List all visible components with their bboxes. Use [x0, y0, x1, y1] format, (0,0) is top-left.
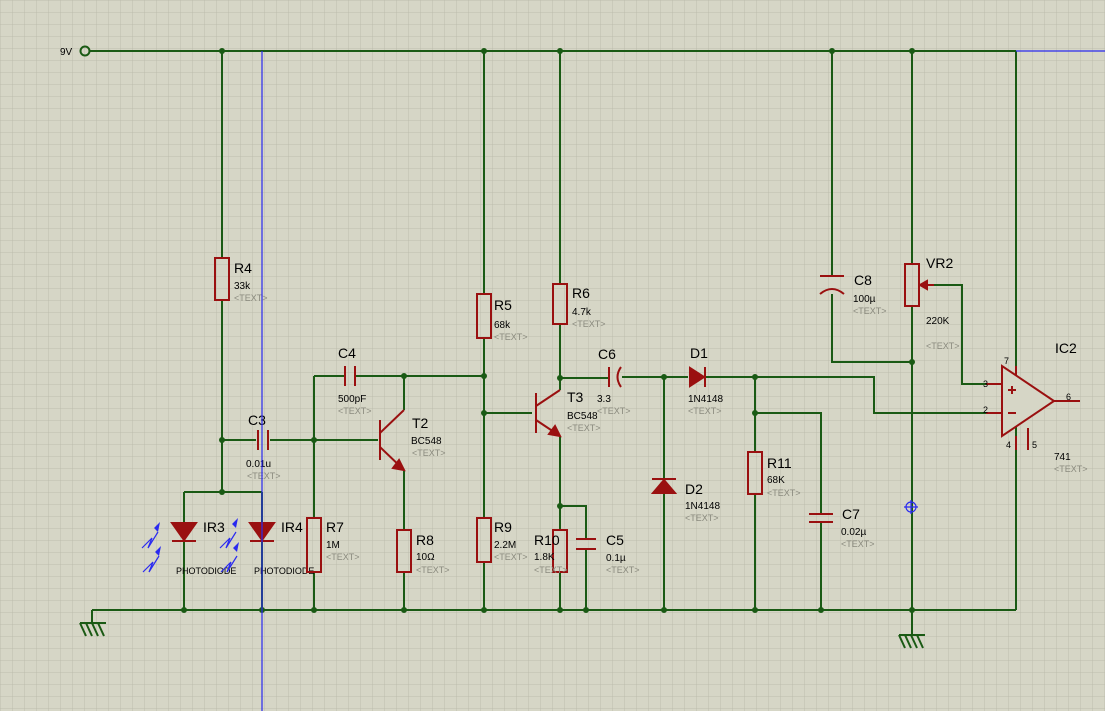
ir4-ref: IR4	[281, 519, 303, 535]
ic2-pin-4: 4	[1006, 440, 1011, 450]
ic2-pin-3: 3	[983, 379, 988, 389]
r9-ref: R9	[494, 519, 512, 535]
t2-text: <TEXT>	[412, 448, 446, 458]
r10-text: <TEXT>	[534, 565, 568, 575]
ir4-value: PHOTODIODE	[254, 566, 314, 576]
r7-ref: R7	[326, 519, 344, 535]
ir3-ref: IR3	[203, 519, 225, 535]
t2-value: BC548	[411, 436, 442, 447]
d2-text: <TEXT>	[685, 513, 719, 523]
d2-ref: D2	[685, 481, 703, 497]
grid-background	[0, 0, 1105, 711]
ic2-pin-6: 6	[1066, 392, 1071, 402]
d1-ref: D1	[690, 345, 708, 361]
c3-ref: C3	[248, 412, 266, 428]
c8-text: <TEXT>	[853, 306, 887, 316]
c7-value: 0.02µ	[841, 527, 866, 538]
r4-ref: R4	[234, 260, 252, 276]
c8-value: 100µ	[853, 294, 876, 305]
c8-ref: C8	[854, 272, 872, 288]
ic2-value: 741	[1054, 452, 1071, 463]
vr2-value: 220K	[926, 316, 950, 327]
c5-text: <TEXT>	[606, 565, 640, 575]
d1-value: 1N4148	[688, 394, 723, 405]
c5-ref: C5	[606, 532, 624, 548]
r8-text: <TEXT>	[416, 565, 450, 575]
c3-value: 0.01u	[246, 459, 271, 470]
ic2-pin-7: 7	[1004, 356, 1009, 366]
r11-ref: R11	[767, 455, 792, 471]
r6-value: 4.7k	[572, 307, 592, 318]
t3-value: BC548	[567, 411, 598, 422]
vr2-text: <TEXT>	[926, 341, 960, 351]
r5-text: <TEXT>	[494, 332, 528, 342]
c6-ref: C6	[598, 346, 616, 362]
d2-value: 1N4148	[685, 501, 720, 512]
c4-text: <TEXT>	[338, 406, 372, 416]
r7-text: <TEXT>	[326, 552, 360, 562]
r9-text: <TEXT>	[494, 552, 528, 562]
ic2-ref: IC2	[1055, 340, 1077, 356]
r8-value: 10Ω	[416, 552, 435, 563]
c6-text: <TEXT>	[597, 406, 631, 416]
c6-value: 3.3	[597, 394, 611, 405]
r6-ref: R6	[572, 285, 590, 301]
c5-value: 0.1µ	[606, 553, 626, 564]
r11-text: <TEXT>	[767, 488, 801, 498]
r9-value: 2.2M	[494, 540, 516, 551]
c7-text: <TEXT>	[841, 539, 875, 549]
supply-label: 9V	[60, 47, 73, 58]
r7-value: 1M	[326, 540, 340, 551]
t2-ref: T2	[412, 415, 429, 431]
r5-ref: R5	[494, 297, 512, 313]
r10-ref: R10	[534, 532, 560, 548]
r8-ref: R8	[416, 532, 434, 548]
r4-value: 33k	[234, 281, 251, 292]
c4-value: 500pF	[338, 394, 366, 405]
t3-text: <TEXT>	[567, 423, 601, 433]
c7-ref: C7	[842, 506, 860, 522]
ic2-pin-2: 2	[983, 405, 988, 415]
ic2-text: <TEXT>	[1054, 464, 1088, 474]
schematic-canvas[interactable]: 9V R4 33k <TEXT> C3 0.01u <TEXT> IR3 PHO…	[0, 0, 1105, 711]
r5-value: 68k	[494, 320, 511, 331]
r10-value: 1.8K	[534, 552, 555, 563]
c4-ref: C4	[338, 345, 356, 361]
t3-ref: T3	[567, 389, 584, 405]
r11-value: 68K	[767, 475, 785, 486]
ic2-pin-5: 5	[1032, 440, 1037, 450]
r6-text: <TEXT>	[572, 319, 606, 329]
c3-text: <TEXT>	[247, 471, 281, 481]
d1-text: <TEXT>	[688, 406, 722, 416]
vr2-ref: VR2	[926, 255, 953, 271]
